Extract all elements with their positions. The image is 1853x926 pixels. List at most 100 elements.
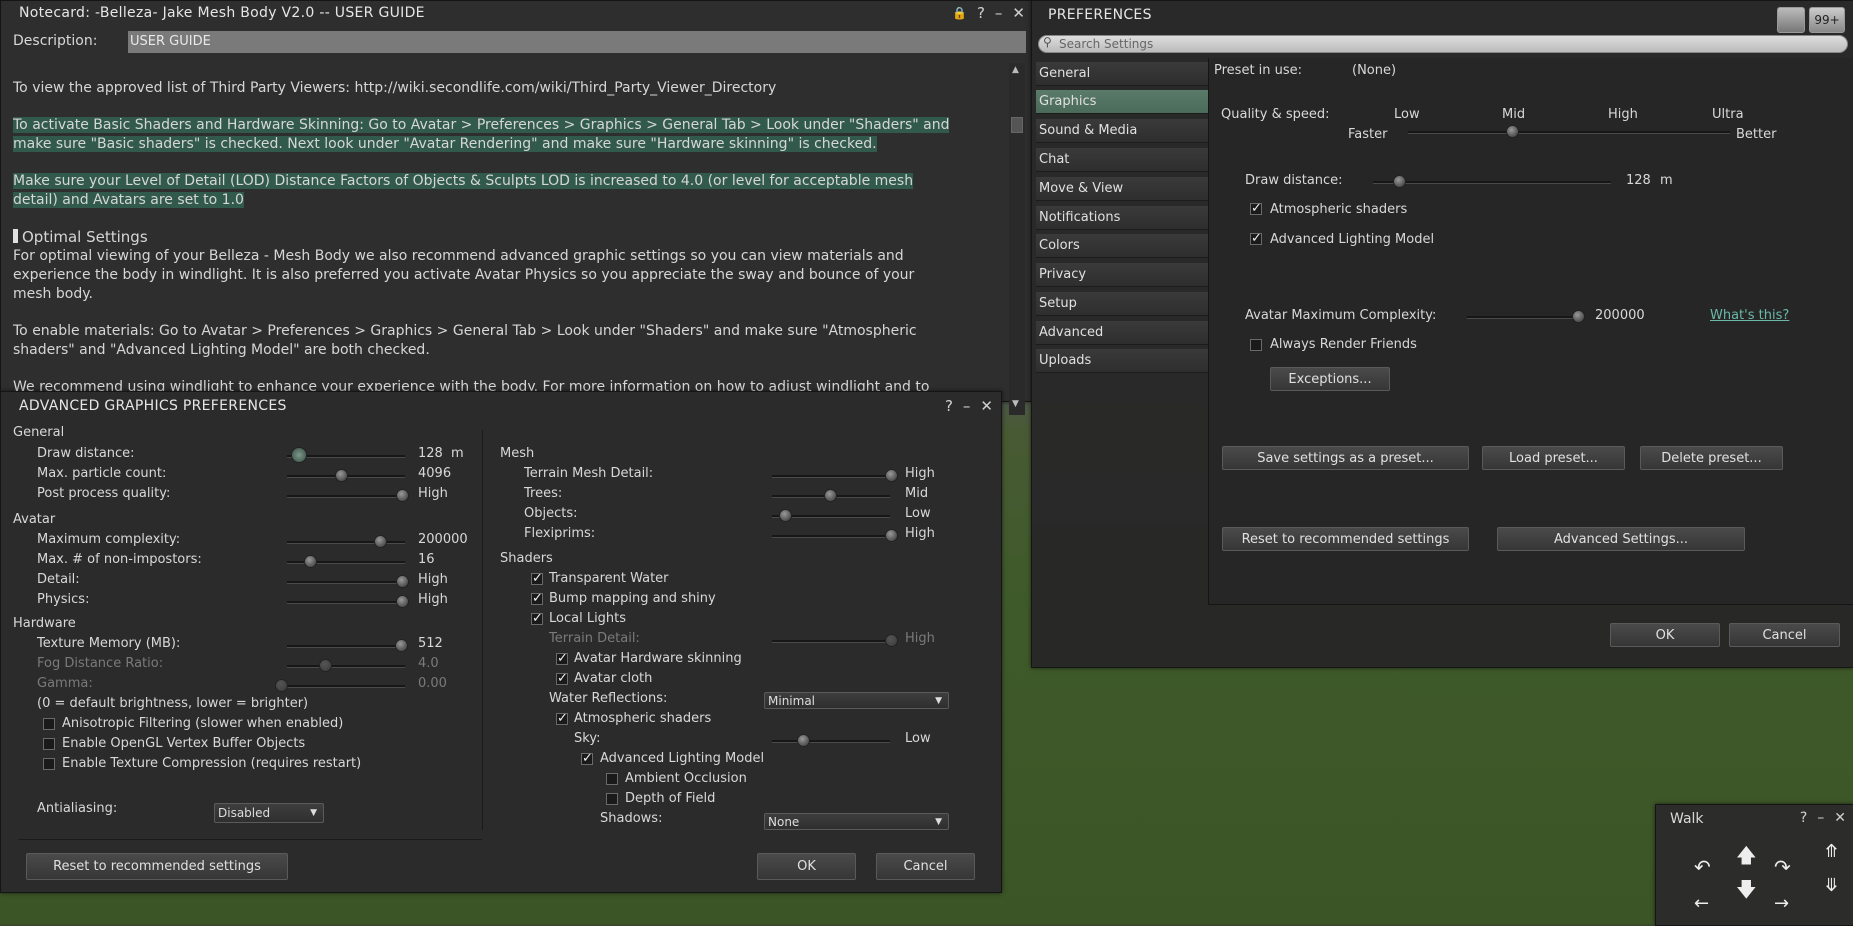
draw-distance-knob[interactable] bbox=[1393, 175, 1406, 188]
agp-reset-button[interactable]: Reset to recommended settings bbox=[26, 853, 288, 880]
flexiprims-slider[interactable] bbox=[772, 529, 898, 542]
texture-compression-checkbox[interactable] bbox=[43, 758, 55, 770]
prefs-cancel-button[interactable]: Cancel bbox=[1729, 623, 1840, 647]
texture-memory-knob[interactable] bbox=[395, 639, 408, 652]
detail-slider[interactable] bbox=[287, 575, 409, 588]
fly-up-arrow-icon[interactable]: ⤊ bbox=[1824, 841, 1839, 862]
agp-ok-button[interactable]: OK bbox=[757, 853, 856, 880]
tab-sound-media[interactable]: Sound & Media bbox=[1036, 119, 1208, 143]
strafe-left-arrow-icon[interactable]: ← bbox=[1694, 893, 1709, 914]
whats-this-link[interactable]: What's this? bbox=[1710, 308, 1789, 323]
preferences-titlebar[interactable]: PREFERENCES bbox=[1032, 1, 1853, 27]
scroll-down-arrow-icon[interactable]: ▼ bbox=[1012, 399, 1019, 409]
agp-draw-distance-slider[interactable] bbox=[287, 447, 405, 463]
complexity-slider[interactable] bbox=[1467, 310, 1585, 323]
quality-slider-knob[interactable] bbox=[1506, 125, 1519, 138]
tab-move-view[interactable]: Move & View bbox=[1036, 177, 1208, 201]
cube-icon[interactable] bbox=[1777, 7, 1805, 33]
antialiasing-dropdown[interactable]: Disabled ▼ bbox=[214, 803, 324, 823]
tab-general[interactable]: General bbox=[1036, 62, 1208, 86]
tab-graphics[interactable]: Graphics bbox=[1036, 90, 1208, 114]
post-process-knob[interactable] bbox=[396, 489, 409, 502]
reset-recommended-button[interactable]: Reset to recommended settings bbox=[1222, 527, 1469, 551]
hardware-skinning-checkbox[interactable]: ✓ bbox=[556, 652, 568, 665]
sky-slider[interactable] bbox=[772, 734, 890, 747]
strafe-right-arrow-icon[interactable]: → bbox=[1774, 893, 1789, 914]
turn-right-arrow-icon[interactable]: ↷ bbox=[1774, 855, 1791, 879]
non-impostors-knob[interactable] bbox=[304, 555, 317, 568]
terrain-mesh-slider[interactable] bbox=[772, 469, 898, 482]
close-icon[interactable]: ✕ bbox=[1012, 4, 1025, 22]
description-field[interactable]: USER GUIDE bbox=[128, 31, 1026, 53]
draw-distance-slider[interactable] bbox=[1373, 175, 1611, 188]
minimize-icon[interactable]: – bbox=[995, 4, 1003, 22]
load-preset-button[interactable]: Load preset... bbox=[1482, 446, 1625, 470]
agp-draw-distance-knob[interactable] bbox=[291, 447, 307, 463]
atmospheric-shaders-checkbox[interactable]: ✓ bbox=[1250, 202, 1262, 215]
avatar-cloth-checkbox[interactable]: ✓ bbox=[556, 672, 568, 685]
trees-knob[interactable] bbox=[824, 489, 837, 502]
water-reflections-dropdown[interactable]: Minimal ▼ bbox=[764, 692, 949, 709]
vbo-checkbox[interactable] bbox=[43, 738, 55, 750]
particles-knob[interactable] bbox=[335, 469, 348, 482]
agp-titlebar[interactable]: ADVANCED GRAPHICS PREFERENCES ? – ✕ bbox=[1, 392, 1001, 420]
shadows-dropdown[interactable]: None ▼ bbox=[764, 813, 949, 830]
save-preset-button[interactable]: Save settings as a preset... bbox=[1222, 446, 1469, 470]
sky-knob[interactable] bbox=[797, 734, 810, 747]
close-icon[interactable]: ✕ bbox=[1834, 810, 1846, 826]
objects-knob[interactable] bbox=[779, 509, 792, 522]
quality-slider[interactable] bbox=[1408, 125, 1730, 138]
tab-colors[interactable]: Colors bbox=[1036, 234, 1208, 258]
physics-knob[interactable] bbox=[396, 595, 409, 608]
close-icon[interactable]: ✕ bbox=[980, 397, 993, 415]
ambient-occlusion-checkbox[interactable] bbox=[606, 773, 618, 785]
flexiprims-knob[interactable] bbox=[885, 529, 898, 542]
tab-privacy[interactable]: Privacy bbox=[1036, 263, 1208, 287]
max-complexity-slider[interactable] bbox=[287, 535, 405, 548]
complexity-knob[interactable] bbox=[1572, 310, 1585, 323]
max-complexity-knob[interactable] bbox=[374, 535, 387, 548]
local-lights-checkbox[interactable]: ✓ bbox=[531, 612, 543, 625]
agp-cancel-button[interactable]: Cancel bbox=[876, 853, 975, 880]
atmospheric-shaders-checkbox[interactable]: ✓ bbox=[556, 712, 568, 725]
notification-badge[interactable]: 99+ bbox=[1809, 7, 1845, 33]
tab-notifications[interactable]: Notifications bbox=[1036, 206, 1208, 230]
trees-slider[interactable] bbox=[772, 489, 890, 502]
always-render-friends-checkbox[interactable] bbox=[1250, 339, 1262, 351]
fly-down-arrow-icon[interactable]: ⤋ bbox=[1824, 875, 1839, 896]
bump-mapping-checkbox[interactable]: ✓ bbox=[531, 592, 543, 605]
depth-of-field-checkbox[interactable] bbox=[606, 793, 618, 805]
notecard-body[interactable]: To view the approved list of Third Party… bbox=[13, 79, 1003, 397]
advanced-settings-button[interactable]: Advanced Settings... bbox=[1497, 527, 1745, 551]
notecard-scrollbar[interactable]: ▲ ▼ bbox=[1009, 63, 1025, 415]
particles-slider[interactable] bbox=[287, 469, 405, 482]
help-icon[interactable]: ? bbox=[977, 4, 985, 22]
backward-arrow-icon[interactable]: 🡇 bbox=[1736, 875, 1757, 909]
anisotropic-checkbox[interactable] bbox=[43, 718, 55, 730]
alm-checkbox[interactable]: ✓ bbox=[581, 752, 593, 765]
search-input[interactable]: ⚲ Search Settings bbox=[1038, 35, 1848, 53]
forward-arrow-icon[interactable]: 🡅 bbox=[1736, 841, 1757, 875]
minimize-icon[interactable]: – bbox=[1817, 810, 1824, 826]
notecard-titlebar[interactable]: Notecard: -Belleza- Jake Mesh Body V2.0 … bbox=[1, 1, 1031, 27]
objects-slider[interactable] bbox=[772, 509, 890, 522]
prefs-ok-button[interactable]: OK bbox=[1610, 623, 1720, 647]
tab-setup[interactable]: Setup bbox=[1036, 292, 1208, 316]
turn-left-arrow-icon[interactable]: ↶ bbox=[1694, 855, 1711, 879]
alm-checkbox[interactable]: ✓ bbox=[1250, 232, 1262, 245]
minimize-icon[interactable]: – bbox=[963, 397, 971, 415]
tab-uploads[interactable]: Uploads bbox=[1036, 349, 1208, 373]
tab-chat[interactable]: Chat bbox=[1036, 148, 1208, 172]
post-process-slider[interactable] bbox=[287, 489, 409, 502]
physics-slider[interactable] bbox=[287, 595, 409, 608]
non-impostors-slider[interactable] bbox=[287, 555, 405, 568]
exceptions-button[interactable]: Exceptions... bbox=[1270, 367, 1390, 391]
detail-knob[interactable] bbox=[396, 575, 409, 588]
scroll-up-arrow-icon[interactable]: ▲ bbox=[1012, 65, 1019, 75]
delete-preset-button[interactable]: Delete preset... bbox=[1640, 446, 1783, 470]
help-icon[interactable]: ? bbox=[1800, 810, 1807, 826]
tab-advanced[interactable]: Advanced bbox=[1036, 321, 1208, 345]
help-icon[interactable]: ? bbox=[945, 397, 953, 415]
transparent-water-checkbox[interactable]: ✓ bbox=[531, 572, 543, 585]
terrain-mesh-knob[interactable] bbox=[885, 469, 898, 482]
